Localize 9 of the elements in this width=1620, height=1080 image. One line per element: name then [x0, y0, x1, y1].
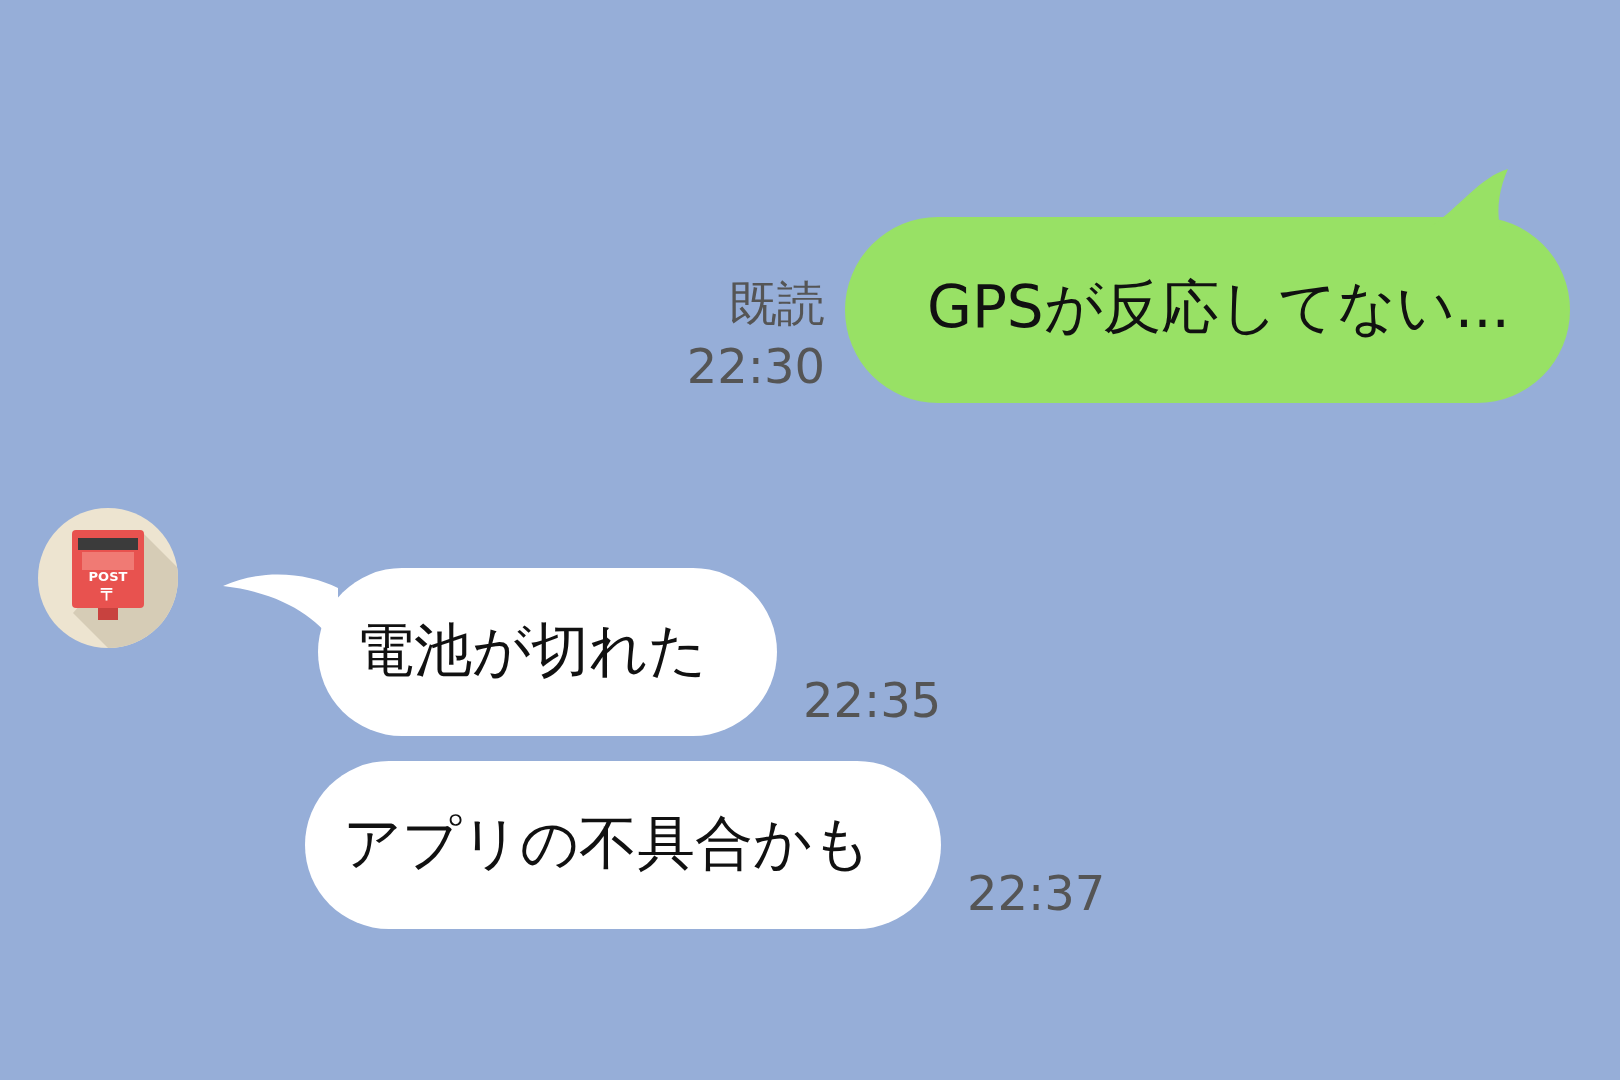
message-bubble: アプリの不具合かも — [305, 761, 941, 929]
message-time: 22:30 — [686, 336, 825, 396]
mailbox-icon — [72, 530, 144, 620]
avatar[interactable]: POST 〒 — [38, 508, 178, 648]
postal-mark: 〒 — [99, 584, 117, 604]
read-receipt: 既読 — [728, 274, 825, 334]
avatar-label: POST — [88, 569, 128, 584]
message-time: 22:37 — [967, 865, 1106, 921]
message-time: 22:35 — [803, 672, 942, 728]
